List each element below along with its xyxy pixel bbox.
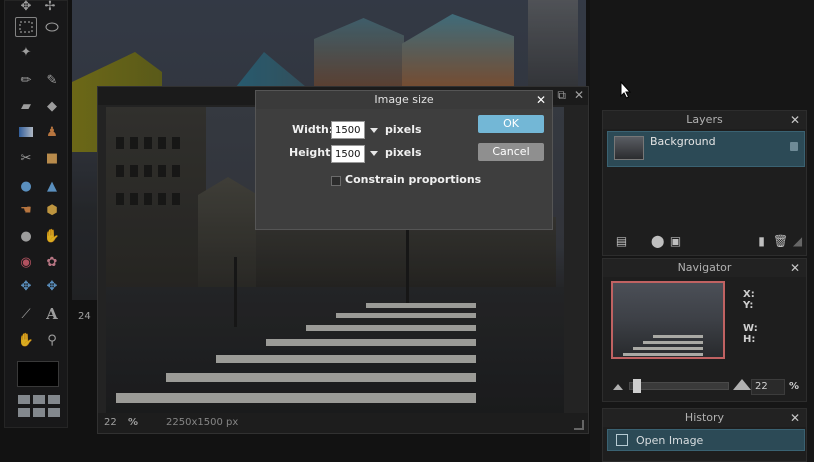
dialog-header[interactable]: Image size ✕ [256,91,552,109]
smudge-icon[interactable]: ☚ [17,201,35,219]
width-label: Width: [292,123,334,136]
layers-panel: Layers ✕ Background ▤ ⬤ ▣ ▮ 🗑 ◢ [602,110,807,256]
x-label: X: [743,289,755,300]
history-panel: History ✕ Open Image [602,408,807,462]
hand-tool-icon[interactable]: ✋ [17,331,35,349]
close-icon[interactable]: ✕ [536,91,546,109]
pinch-icon[interactable]: ✥ [43,277,61,295]
sharpen-icon[interactable]: ▲ [43,177,61,195]
navigator-zoom-unit: % [789,381,800,392]
history-item-label: Open Image [636,434,704,447]
history-panel-title: History [684,411,725,424]
restore-icon[interactable]: ⧉ [557,88,566,103]
layer-style-icon[interactable]: ▤ [615,235,628,248]
history-panel-header: History ✕ [603,409,806,427]
tool-panel: ✥ ✢ ✦ ✏ ✎ ▰ ◆ ♟ ✂ ■ ● ▲ ☚ ⬢ ● ✋ ◉ ✿ ✥ ✥ … [4,0,68,428]
zoom-unit: % [128,417,139,428]
gradient-icon[interactable] [17,123,35,141]
zoom-in-icon[interactable] [733,379,751,390]
photo-building [106,107,206,317]
w-label: W: [743,323,758,334]
height-dropdown-icon[interactable] [370,151,378,156]
burn-icon[interactable]: ✋ [43,227,61,245]
resize-grip-icon: ◢ [792,234,803,248]
constrain-proportions-checkbox[interactable] [331,176,341,186]
paint-bucket-icon[interactable]: ◆ [43,97,61,115]
bloat-icon[interactable]: ✥ [17,277,35,295]
foreground-color-swatch[interactable] [17,361,59,387]
zoom-out-icon[interactable] [613,384,623,390]
clone-stamp-icon[interactable]: ♟ [43,123,61,141]
new-layer-icon[interactable]: ▮ [755,235,768,248]
navigator-zoom-input[interactable]: 22 [751,379,785,395]
marquee-tool-icon[interactable] [15,17,37,37]
layer-item[interactable]: Background [607,131,805,167]
constrain-proportions-label[interactable]: Constrain proportions [345,173,481,186]
width-input[interactable]: 1500 [331,121,365,139]
history-item[interactable]: Open Image [607,429,805,451]
height-label: Height: [289,146,335,159]
lasso-tool-icon[interactable] [43,19,61,37]
pencil-icon[interactable]: ✏ [17,71,35,89]
navigator-preview[interactable] [611,281,725,359]
navigator-panel: Navigator ✕ X: Y: W: H: 22 % [602,258,807,402]
move-tool-icon[interactable]: ✥ [17,0,35,15]
layers-panel-header: Layers ✕ [603,111,806,129]
mouse-cursor-icon [620,81,632,99]
height-input[interactable]: 1500 [331,145,365,163]
photo-building [198,177,258,297]
brush-icon[interactable]: ✎ [43,71,61,89]
width-dropdown-icon[interactable] [370,128,378,133]
resize-handle-icon[interactable] [574,420,584,430]
navigator-coordinates: X: Y: W: H: [743,289,758,345]
close-icon[interactable]: ✕ [790,111,800,129]
zoom-slider-track[interactable] [629,382,729,390]
image-dimensions: 2250x1500 px [166,417,239,428]
zoom-tool-icon[interactable]: ⚲ [43,331,61,349]
cancel-button[interactable]: Cancel [478,143,544,161]
image-size-dialog: Image size ✕ Width: 1500 pixels Height: … [255,90,553,230]
red-eye-icon[interactable]: ◉ [17,253,35,271]
navigator-panel-header: Navigator ✕ [603,259,806,277]
drawing-icon[interactable]: ■ [43,149,61,167]
document-icon [616,434,628,446]
zoom-slider[interactable] [611,379,751,393]
close-icon[interactable]: ✕ [790,259,800,277]
zoom-value[interactable]: 22 [104,417,117,428]
h-label: H: [743,334,756,345]
dialog-title: Image size [374,93,434,106]
screen-mode-icon[interactable] [18,395,60,417]
move-tool-alt-icon[interactable]: ✢ [41,0,59,15]
height-unit: pixels [385,146,422,159]
y-label: Y: [743,300,754,311]
navigator-panel-title: Navigator [677,261,732,274]
side-zoom-number: 24 [78,311,91,322]
document-status-bar: 22 % 2250x1500 px [98,413,588,433]
magic-wand-icon[interactable]: ✦ [17,43,35,61]
close-icon[interactable]: ✕ [790,409,800,427]
blur-icon[interactable]: ● [17,177,35,195]
lock-icon [790,142,798,151]
type-tool-icon[interactable]: A [43,305,61,323]
layer-thumbnail [614,136,644,160]
layers-panel-title: Layers [686,113,723,126]
spot-heal-icon[interactable]: ✿ [43,253,61,271]
eraser-icon[interactable]: ▰ [17,97,35,115]
width-unit: pixels [385,123,422,136]
mask-icon[interactable]: ⬤ [651,235,664,248]
trash-icon[interactable]: 🗑 [773,235,788,248]
dodge-icon[interactable]: ● [17,227,35,245]
color-replace-icon[interactable]: ✂ [17,149,35,167]
eyedropper-icon[interactable]: ⟋ [17,305,35,323]
adjustment-icon[interactable]: ▣ [669,235,682,248]
close-icon[interactable]: ✕ [574,88,584,103]
sponge-icon[interactable]: ⬢ [43,201,61,219]
background-building [528,0,578,90]
ok-button[interactable]: OK [478,115,544,133]
zoom-slider-handle[interactable] [633,379,641,393]
layer-toolbar: ▤ ⬤ ▣ ▮ 🗑 ◢ [615,235,802,249]
layer-name: Background [650,135,716,148]
